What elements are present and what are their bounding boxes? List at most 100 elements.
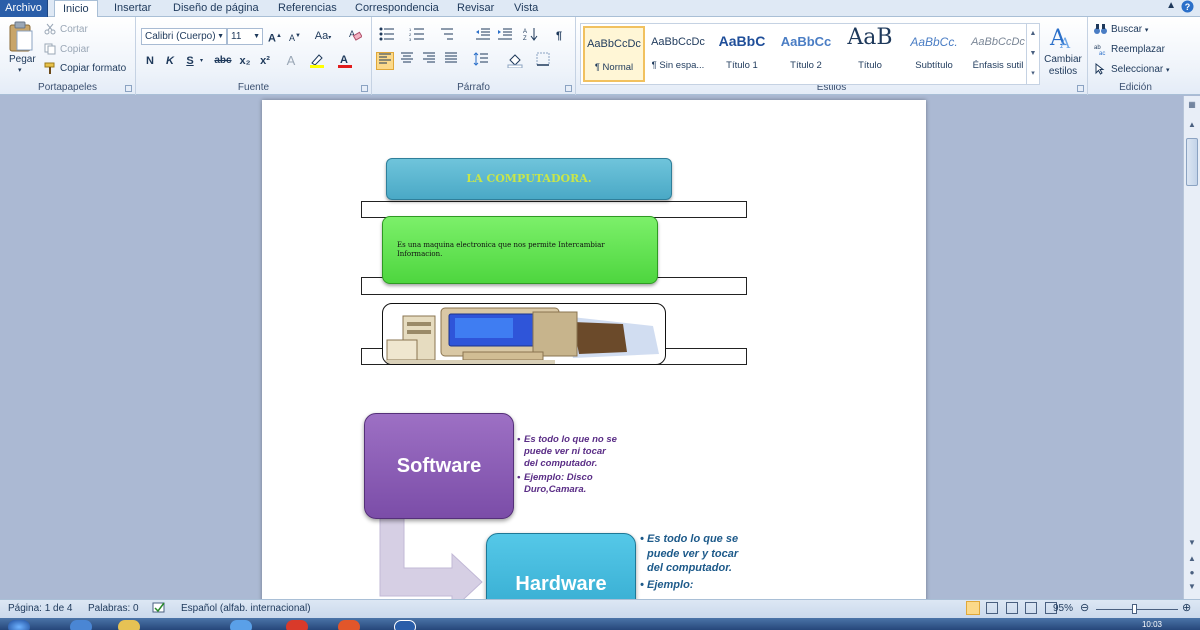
strikethrough-button[interactable]: abc xyxy=(212,52,234,70)
taskbar-app-icon[interactable] xyxy=(118,620,140,630)
help-icon[interactable]: ? xyxy=(1181,0,1194,16)
italic-button[interactable]: K xyxy=(161,52,179,70)
style-heading-1[interactable]: AaBbC Título 1 xyxy=(711,26,773,82)
sort-icon[interactable]: AZ xyxy=(522,27,540,45)
print-layout-icon[interactable] xyxy=(966,601,980,615)
style-subtitle[interactable]: AaBbCc. Subtítulo xyxy=(903,26,965,82)
taskbar-app-icon[interactable] xyxy=(70,620,92,630)
previous-page-icon[interactable]: ▲ xyxy=(1185,552,1199,566)
page-count[interactable]: Página: 1 de 4 xyxy=(8,603,73,614)
text-effects-icon[interactable]: A xyxy=(282,52,300,70)
vertical-scrollbar[interactable]: ▦ ▲ ▼ ▲ ● ▼ xyxy=(1183,96,1200,599)
select-button[interactable]: Seleccionar ▾ xyxy=(1111,64,1170,75)
zoom-slider[interactable] xyxy=(1096,604,1178,614)
increase-indent-icon[interactable] xyxy=(496,27,514,45)
underline-dropdown-icon[interactable]: ▾ xyxy=(200,57,203,64)
gallery-up-icon[interactable]: ▲ xyxy=(1026,24,1039,44)
zoom-out-icon[interactable]: ⊖ xyxy=(1080,601,1089,614)
tab-revisar[interactable]: Revisar xyxy=(457,0,494,17)
format-painter-button[interactable]: Copiar formato xyxy=(60,63,126,74)
definition-shape[interactable]: Es una maquina electronica que nos permi… xyxy=(382,216,658,284)
full-screen-reading-icon[interactable] xyxy=(985,602,998,614)
taskbar-app-icon[interactable] xyxy=(338,620,360,630)
gallery-down-icon[interactable]: ▼ xyxy=(1026,44,1039,64)
hardware-shape[interactable]: Hardware xyxy=(486,533,636,599)
taskbar-app-icon[interactable] xyxy=(286,620,308,630)
word-count[interactable]: Palabras: 0 xyxy=(88,603,139,614)
style-title[interactable]: AaB Título xyxy=(839,25,901,82)
font-color-icon[interactable]: A xyxy=(336,52,354,70)
style-no-spacing[interactable]: AaBbCcDc ¶ Sin espa... xyxy=(647,26,709,82)
taskbar-word-icon[interactable] xyxy=(394,620,416,630)
next-page-icon[interactable]: ▼ xyxy=(1185,580,1199,594)
borders-icon[interactable] xyxy=(534,52,552,70)
ruler-toggle-icon[interactable]: ▦ xyxy=(1185,98,1199,112)
font-family-select[interactable]: Calibri (Cuerpo) ▼ xyxy=(141,28,227,45)
gallery-more-icon[interactable]: ▾ xyxy=(1026,64,1039,84)
show-formatting-button[interactable]: ¶ xyxy=(550,27,568,45)
align-right-icon[interactable] xyxy=(420,52,438,70)
underline-button[interactable]: S xyxy=(181,52,199,70)
find-button[interactable]: Buscar ▾ xyxy=(1111,24,1148,35)
language-status[interactable]: Español (alfab. internacional) xyxy=(181,603,311,614)
grow-font-icon[interactable]: A▲ xyxy=(266,27,284,45)
subscript-button[interactable]: x₂ xyxy=(236,52,254,70)
title-shape[interactable]: LA COMPUTADORA. xyxy=(386,158,672,200)
zoom-level[interactable]: 95% xyxy=(1053,603,1073,614)
styles-launcher-icon[interactable] xyxy=(1077,85,1084,92)
clipboard-launcher-icon[interactable] xyxy=(125,85,132,92)
document-area[interactable]: LA COMPUTADORA. Es una maquina electroni… xyxy=(0,96,1183,599)
change-styles-button[interactable]: Cambiar estilos xyxy=(1044,54,1082,78)
copy-button[interactable]: Copiar xyxy=(60,44,89,55)
style-subtle-emphasis[interactable]: AaBbCcDc Énfasis sutil xyxy=(967,26,1029,82)
software-shape[interactable]: Software xyxy=(364,413,514,519)
justify-icon[interactable] xyxy=(442,52,460,70)
outline-view-icon[interactable] xyxy=(1025,602,1038,614)
paste-dropdown-icon[interactable]: ▾ xyxy=(18,66,22,74)
replace-button[interactable]: Reemplazar xyxy=(1111,44,1165,55)
browse-object-icon[interactable]: ● xyxy=(1185,566,1199,580)
tab-insertar[interactable]: Insertar xyxy=(114,0,151,17)
superscript-button[interactable]: x² xyxy=(256,52,274,70)
zoom-slider-thumb[interactable] xyxy=(1131,604,1137,614)
decrease-indent-icon[interactable] xyxy=(474,27,492,45)
scroll-down-icon[interactable]: ▼ xyxy=(1185,536,1199,550)
font-launcher-icon[interactable] xyxy=(361,85,368,92)
zoom-in-icon[interactable]: ⊕ xyxy=(1182,601,1191,614)
scrollbar-thumb[interactable] xyxy=(1186,138,1198,186)
line-spacing-icon[interactable] xyxy=(472,52,490,70)
tab-vista[interactable]: Vista xyxy=(514,0,538,17)
numbering-icon[interactable]: 123 xyxy=(408,27,426,45)
change-case-button[interactable]: Aa▾ xyxy=(312,27,334,45)
scroll-up-icon[interactable]: ▲ xyxy=(1185,118,1199,132)
highlight-icon[interactable] xyxy=(308,52,326,70)
start-button-icon[interactable] xyxy=(8,620,30,630)
tab-diseno-pagina[interactable]: Diseño de página xyxy=(173,0,259,17)
align-center-icon[interactable] xyxy=(398,52,416,70)
paste-icon[interactable] xyxy=(8,21,34,56)
minimize-ribbon-icon[interactable]: ▲ xyxy=(1166,0,1176,11)
document-page[interactable]: LA COMPUTADORA. Es una maquina electroni… xyxy=(262,100,926,599)
tab-correspondencia[interactable]: Correspondencia xyxy=(355,0,439,17)
align-left-icon[interactable] xyxy=(376,52,394,70)
bullets-icon[interactable] xyxy=(378,27,396,45)
change-styles-icon[interactable]: AA xyxy=(1048,23,1076,54)
taskbar-app-icon[interactable] xyxy=(230,620,252,630)
computer-image[interactable] xyxy=(382,303,666,365)
tab-inicio[interactable]: Inicio xyxy=(54,0,98,18)
shading-icon[interactable] xyxy=(506,52,524,70)
bold-button[interactable]: N xyxy=(141,52,159,70)
web-layout-icon[interactable] xyxy=(1005,602,1018,614)
style-normal[interactable]: AaBbCcDc ¶ Normal xyxy=(583,26,645,82)
font-size-select[interactable]: 11 ▼ xyxy=(227,28,263,45)
tab-file[interactable]: Archivo xyxy=(0,0,48,17)
style-heading-2[interactable]: AaBbCc Título 2 xyxy=(775,26,837,82)
multilevel-list-icon[interactable] xyxy=(438,27,456,45)
shrink-font-icon[interactable]: A▼ xyxy=(286,27,304,45)
tab-referencias[interactable]: Referencias xyxy=(278,0,337,17)
proofing-icon[interactable] xyxy=(151,601,167,618)
paste-button[interactable]: Pegar xyxy=(9,54,36,65)
cut-button[interactable]: Cortar xyxy=(60,24,88,35)
paragraph-launcher-icon[interactable] xyxy=(565,85,572,92)
clear-format-icon[interactable]: A xyxy=(346,27,364,45)
